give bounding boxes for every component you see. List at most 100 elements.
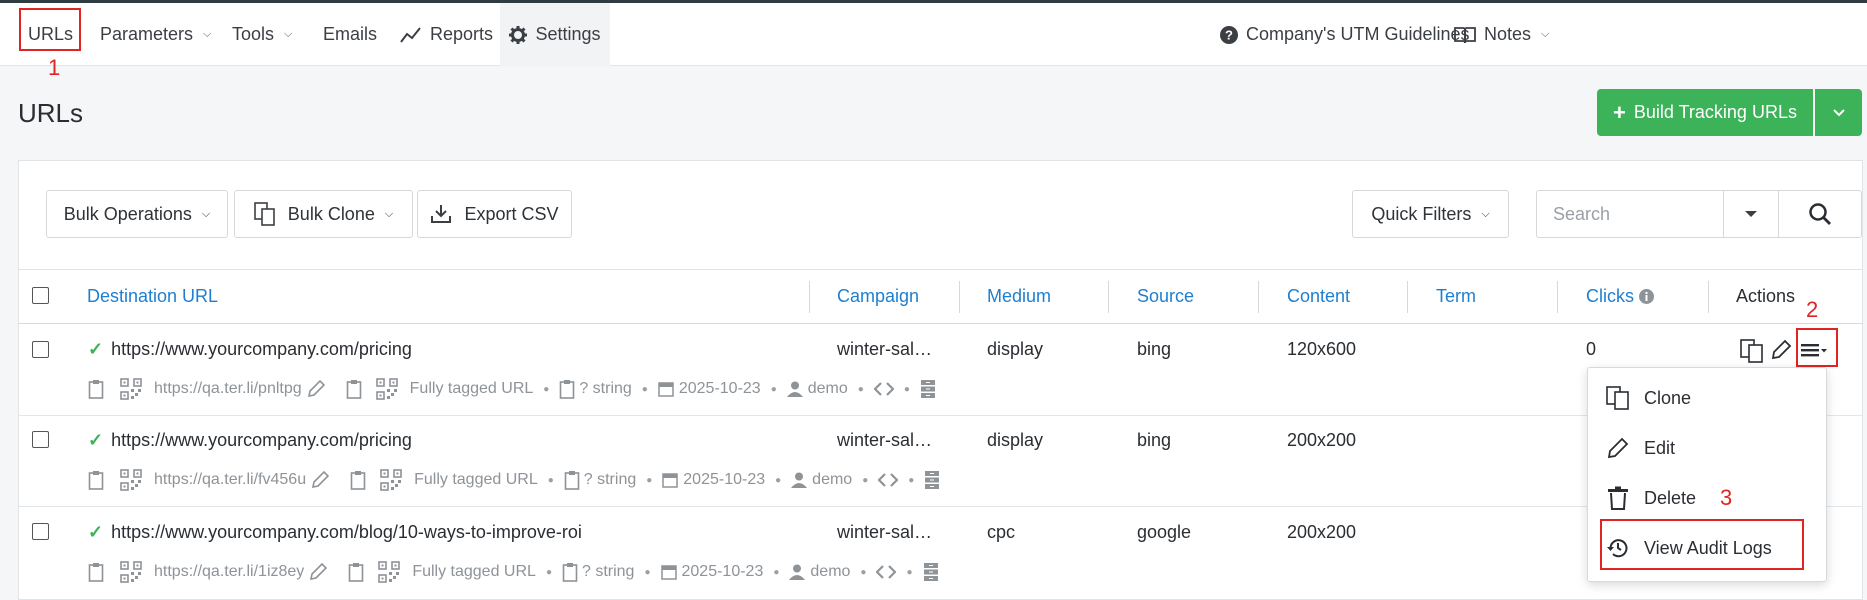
nav-tools[interactable]: Tools ⌵: [232, 3, 292, 66]
pencil-icon[interactable]: [308, 562, 328, 582]
svg-text:?: ?: [1225, 27, 1233, 42]
destination-url[interactable]: ✓ https://www.yourcompany.com/blog/10-way…: [88, 522, 582, 543]
build-options-caret[interactable]: [1815, 89, 1862, 136]
col-term[interactable]: Term: [1436, 286, 1476, 307]
calendar-icon: [660, 565, 677, 580]
caret-down-icon: [1745, 211, 1757, 217]
menu-edit[interactable]: Edit: [1588, 423, 1828, 473]
bulk-clone-button[interactable]: Bulk Clone ⌵: [234, 190, 413, 238]
qr-code-icon[interactable]: [120, 469, 142, 491]
search-options-dropdown[interactable]: [1723, 190, 1779, 238]
nav-parameters-label: Parameters: [100, 24, 194, 44]
nav-tools-label: Tools: [232, 24, 275, 44]
clipboard-icon[interactable]: [348, 562, 364, 582]
qr-code-icon[interactable]: [380, 469, 402, 491]
nav-utm-guidelines[interactable]: ? Company's UTM Guidelines: [1220, 3, 1470, 66]
code-icon[interactable]: [876, 565, 897, 579]
campaign-cell: winter-sal…: [837, 339, 933, 359]
nav-parameters[interactable]: Parameters ⌵: [100, 3, 211, 66]
tag-status: Fully tagged URL: [409, 380, 534, 397]
code-icon[interactable]: [878, 473, 899, 487]
chevron-down-icon: [1832, 109, 1845, 117]
destination-url[interactable]: ✓ https://www.yourcompany.com/pricing: [88, 339, 412, 360]
short-url[interactable]: https://qa.ter.li/fv456u: [154, 471, 306, 489]
clipboard-icon[interactable]: [88, 379, 104, 399]
separator-dot: ●: [908, 474, 915, 486]
qr-code-icon[interactable]: [120, 378, 142, 400]
nav-settings-label: Settings: [535, 24, 601, 44]
export-csv-label: Export CSV: [464, 203, 559, 224]
column-divider: [1708, 281, 1709, 313]
code-icon[interactable]: [873, 382, 894, 396]
col-content[interactable]: Content: [1287, 286, 1350, 307]
source-cell: bing: [1137, 430, 1172, 450]
select-all-checkbox[interactable]: [32, 287, 49, 304]
top-nav: URLs Parameters ⌵ Tools ⌵ Emails Reports S…: [0, 3, 1867, 66]
col-medium[interactable]: Medium: [987, 286, 1051, 307]
separator-dot: ●: [857, 383, 864, 395]
medium-cell: cpc: [987, 522, 1016, 542]
short-url[interactable]: https://qa.ter.li/1iz8ey: [154, 563, 304, 581]
clone-icon[interactable]: [1740, 339, 1764, 363]
qr-code-icon[interactable]: [378, 561, 401, 583]
destination-url[interactable]: ✓ https://www.yourcompany.com/pricing: [88, 430, 412, 451]
clipboard-icon[interactable]: [350, 470, 366, 490]
storage-icon[interactable]: [920, 379, 936, 399]
info-icon[interactable]: [1639, 289, 1654, 304]
qr-code-icon[interactable]: [375, 378, 398, 400]
storage-icon[interactable]: [923, 562, 939, 582]
bulk-operations-button[interactable]: Bulk Operations ⌵: [46, 190, 228, 238]
annotation-box-3: [1600, 519, 1804, 570]
quick-filters-button[interactable]: Quick Filters ⌵: [1352, 190, 1509, 238]
qr-code-icon[interactable]: [120, 561, 142, 583]
source-cell: bing: [1137, 339, 1172, 359]
short-url[interactable]: https://qa.ter.li/pnltpg: [154, 380, 302, 398]
nav-reports[interactable]: Reports: [400, 3, 493, 66]
row-checkbox[interactable]: [32, 341, 49, 358]
pencil-icon[interactable]: [1770, 339, 1792, 361]
clipboard-icon: [560, 380, 575, 399]
content-cell: 200x200: [1287, 430, 1357, 450]
menu-clone[interactable]: Clone: [1588, 373, 1828, 423]
pencil-icon[interactable]: [310, 470, 330, 490]
tag-status: Fully tagged URL: [414, 471, 538, 488]
content-cell: 200x200: [1287, 522, 1357, 542]
clipboard-icon[interactable]: [346, 379, 362, 399]
search-input[interactable]: Search: [1536, 190, 1724, 238]
value-type: ? string: [581, 563, 635, 580]
nav-settings[interactable]: Settings: [500, 3, 610, 66]
column-divider: [1108, 281, 1109, 313]
column-divider: [1258, 281, 1259, 313]
separator-dot: ●: [644, 566, 651, 578]
book-open-icon: [1454, 26, 1476, 43]
separator-dot: ●: [775, 474, 782, 486]
nav-notes[interactable]: Notes ⌵: [1454, 3, 1549, 66]
clone-icon: [1606, 386, 1629, 410]
pencil-icon[interactable]: [306, 379, 326, 399]
col-source[interactable]: Source: [1137, 286, 1194, 307]
annotation-box-1: [19, 8, 81, 51]
storage-icon[interactable]: [924, 470, 940, 490]
row-checkbox[interactable]: [32, 431, 49, 448]
menu-delete[interactable]: Delete: [1588, 473, 1828, 523]
menu-clone-label: Clone: [1644, 387, 1692, 408]
build-tracking-urls-button[interactable]: + Build Tracking URLs: [1597, 89, 1813, 136]
table-header-border: [18, 323, 1863, 324]
clipboard-icon[interactable]: [88, 470, 104, 490]
destination-url-text: https://www.yourcompany.com/blog/10-ways…: [111, 522, 582, 542]
row-checkbox[interactable]: [32, 523, 49, 540]
nav-emails[interactable]: Emails: [323, 3, 377, 66]
separator-dot: ●: [646, 474, 653, 486]
search-button[interactable]: [1778, 190, 1862, 238]
col-campaign[interactable]: Campaign: [837, 286, 919, 307]
search-placeholder: Search: [1553, 203, 1611, 224]
col-destination-url[interactable]: Destination URL: [87, 286, 218, 307]
export-csv-button[interactable]: Export CSV: [417, 190, 572, 238]
chevron-down-icon: ⌵: [284, 28, 293, 40]
separator-dot: ●: [903, 383, 910, 395]
clipboard-icon[interactable]: [88, 562, 104, 582]
search-icon: [1809, 203, 1831, 225]
col-clicks[interactable]: Clicks: [1586, 286, 1654, 307]
annotation-box-2: [1796, 328, 1838, 367]
created-by: demo: [807, 380, 848, 397]
